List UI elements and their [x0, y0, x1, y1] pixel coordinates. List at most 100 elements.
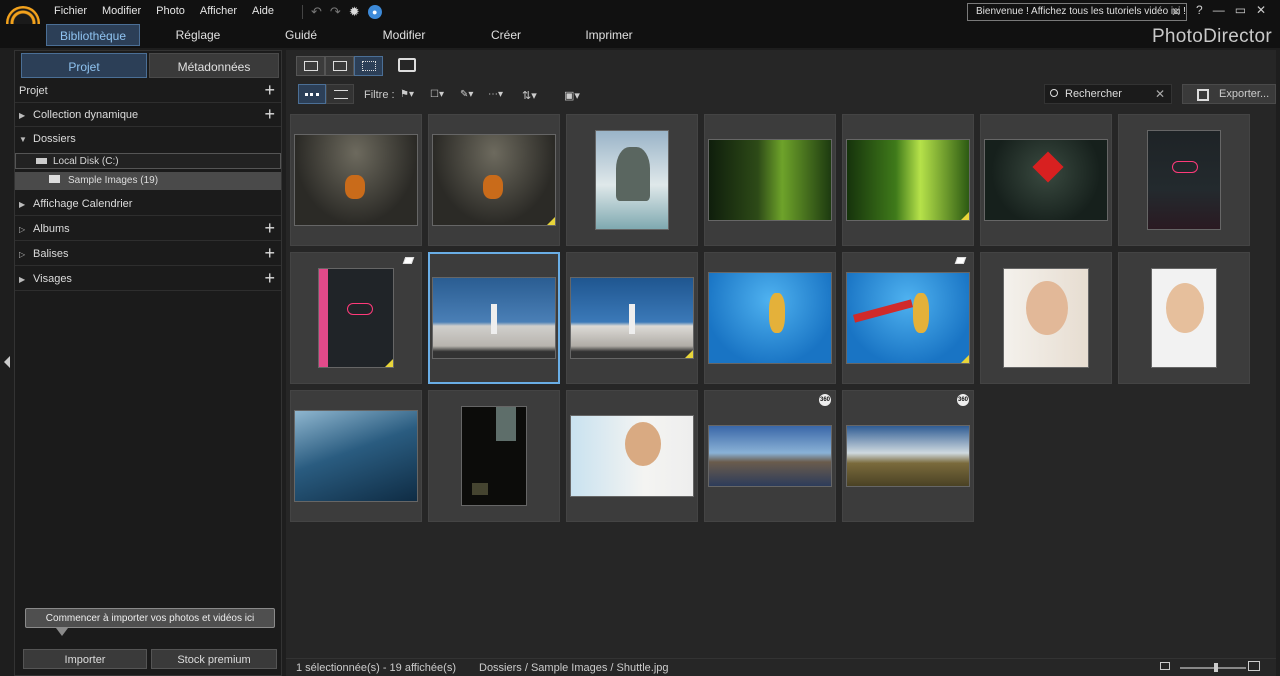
- tab-metadonnees[interactable]: Métadonnées: [149, 53, 279, 78]
- tree-label: Projet: [19, 85, 48, 97]
- tutorial-banner[interactable]: Bienvenue ! Affichez tous les tutoriels …: [967, 3, 1187, 21]
- minimize-button[interactable]: —: [1213, 3, 1225, 17]
- tab-bibliotheque[interactable]: Bibliothèque: [46, 24, 140, 46]
- thumbnail-view-button[interactable]: [298, 84, 326, 104]
- thumbnail-shuttle-edited[interactable]: [566, 252, 698, 384]
- image-icon: [332, 61, 347, 71]
- tree-albums[interactable]: ▷ Albums +: [15, 217, 281, 241]
- help-button[interactable]: ?: [1196, 3, 1203, 17]
- thumbnail-neon-cafe[interactable]: [1118, 114, 1250, 246]
- tree-dossiers[interactable]: ▼ Dossiers: [15, 127, 281, 151]
- menu-fichier[interactable]: Fichier: [54, 5, 87, 17]
- tab-modifier[interactable]: Modifier: [370, 24, 438, 46]
- maximize-button[interactable]: ▭: [1235, 3, 1246, 17]
- view-compare-button[interactable]: [296, 56, 325, 76]
- thumbnail-woman-sofa[interactable]: [566, 390, 698, 522]
- undo-icon[interactable]: ↶: [311, 4, 322, 20]
- selection-status: 1 sélectionnée(s) - 19 affichée(s): [296, 662, 456, 674]
- export-icon: [1197, 89, 1209, 101]
- clear-search-icon[interactable]: ✕: [1155, 87, 1165, 101]
- filter-label: Filtre :: [364, 89, 395, 101]
- sort-icon[interactable]: ⇅▾: [522, 89, 537, 102]
- thumbnail-dark-window[interactable]: [428, 390, 560, 522]
- search-input[interactable]: Rechercher ✕: [1044, 84, 1172, 104]
- expand-icon[interactable]: ▷: [19, 225, 33, 234]
- thumbnail-panorama-360-a[interactable]: 360: [704, 390, 836, 522]
- more-filter-icon[interactable]: ⋯▾: [488, 89, 503, 100]
- face-icon: [1166, 283, 1204, 333]
- stock-premium-button[interactable]: Stock premium: [151, 649, 277, 669]
- thumbnail-shuttle[interactable]: [428, 252, 560, 384]
- thumbnail-basketball-dunk[interactable]: [290, 114, 422, 246]
- plus-icon[interactable]: +: [264, 243, 275, 264]
- menu-modifier[interactable]: Modifier: [102, 5, 141, 17]
- view-single-button[interactable]: [325, 56, 354, 76]
- tab-reglage[interactable]: Réglage: [164, 24, 232, 46]
- edit-filter-icon[interactable]: ✎▾: [460, 89, 473, 100]
- notification-icon[interactable]: ●: [367, 5, 382, 19]
- menu-afficher[interactable]: Afficher: [200, 5, 237, 17]
- plus-icon[interactable]: +: [264, 80, 275, 101]
- collapse-panel-icon[interactable]: [4, 356, 10, 368]
- expand-icon[interactable]: ▶: [19, 111, 33, 120]
- tree-local-disk[interactable]: Local Disk (C:): [15, 153, 281, 169]
- import-button[interactable]: Importer: [23, 649, 147, 669]
- expand-icon[interactable]: ▶: [19, 275, 33, 284]
- zoom-slider-handle[interactable]: [1214, 663, 1219, 672]
- photo-basketball: [294, 134, 418, 226]
- tree-balises[interactable]: ▷ Balises +: [15, 242, 281, 266]
- thumbnail-red-leaf[interactable]: [980, 114, 1112, 246]
- tree-visages[interactable]: ▶ Visages +: [15, 267, 281, 291]
- rocket-icon: [491, 304, 497, 334]
- close-icon[interactable]: ✕: [1171, 5, 1181, 19]
- photo-red-leaf: [984, 139, 1108, 221]
- list-view-button[interactable]: [326, 84, 354, 104]
- redo-icon[interactable]: ↷: [330, 4, 341, 20]
- collapse-icon[interactable]: ▼: [19, 135, 33, 144]
- thumbnail-forest[interactable]: [704, 114, 836, 246]
- thumbnail-neon-cafe-pink[interactable]: [290, 252, 422, 384]
- zoom-slider[interactable]: [1180, 663, 1246, 672]
- face-icon: [625, 422, 661, 466]
- flag-filter-icon[interactable]: ⚑▾: [400, 89, 414, 100]
- plus-icon[interactable]: +: [264, 268, 275, 289]
- tab-projet[interactable]: Projet: [21, 53, 147, 78]
- plus-icon[interactable]: +: [264, 104, 275, 125]
- close-window-button[interactable]: ✕: [1256, 3, 1266, 17]
- large-thumb-icon[interactable]: [1248, 661, 1260, 671]
- stack-icon[interactable]: ▣▾: [564, 89, 580, 102]
- thumbnail-skateboarder[interactable]: [704, 252, 836, 384]
- thumbnail-sea-rock[interactable]: [566, 114, 698, 246]
- menu-photo[interactable]: Photo: [156, 5, 185, 17]
- thumbnail-forest-edited[interactable]: [842, 114, 974, 246]
- tab-creer[interactable]: Créer: [474, 24, 538, 46]
- thumbnail-woman-smiling[interactable]: [1118, 252, 1250, 384]
- frame-filter-icon[interactable]: ☐▾: [430, 89, 444, 100]
- thumbnail-skateboarder-text[interactable]: [842, 252, 974, 384]
- main-tab-bar: Bibliothèque Réglage Guidé Modifier Crée…: [0, 24, 1280, 48]
- tab-guide[interactable]: Guidé: [268, 24, 334, 46]
- tree-affichage-calendrier[interactable]: ▶ Affichage Calendrier: [15, 192, 281, 216]
- settings-icon[interactable]: ✹: [349, 4, 360, 20]
- export-button[interactable]: Exporter...: [1182, 84, 1276, 104]
- expand-icon[interactable]: ▶: [19, 200, 33, 209]
- small-thumb-icon[interactable]: [1160, 662, 1170, 670]
- second-display-icon[interactable]: [398, 58, 416, 72]
- thumbnail-basketball-dunk-edited[interactable]: [428, 114, 560, 246]
- thumbnail-panorama-360-b[interactable]: 360: [842, 390, 974, 522]
- import-tip-button[interactable]: Commencer à importer vos photos et vidéo…: [25, 608, 275, 636]
- menu-aide[interactable]: Aide: [252, 5, 274, 17]
- plus-icon[interactable]: +: [264, 218, 275, 239]
- tree-sample-images[interactable]: Sample Images (19): [15, 172, 281, 190]
- expand-icon[interactable]: ▷: [19, 250, 33, 259]
- tip-pointer: [56, 628, 68, 636]
- tree-projet[interactable]: Projet +: [15, 79, 281, 103]
- separator: [302, 5, 303, 19]
- tree-label: Balises: [33, 248, 69, 260]
- tab-imprimer[interactable]: Imprimer: [574, 24, 644, 46]
- thumbnail-wave[interactable]: [290, 390, 422, 522]
- tree-label: Collection dynamique: [33, 109, 139, 121]
- thumbnail-woman-portrait[interactable]: [980, 252, 1112, 384]
- view-grid-button[interactable]: [354, 56, 383, 76]
- tree-collection-dynamique[interactable]: ▶ Collection dynamique +: [15, 103, 281, 127]
